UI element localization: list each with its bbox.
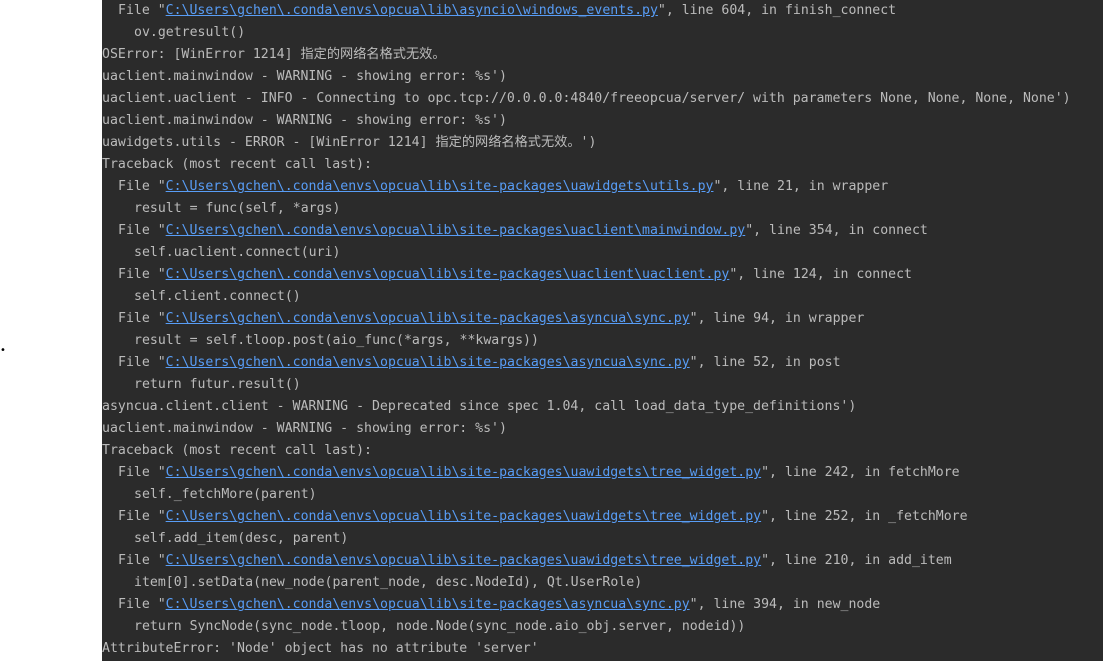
bullet-marker: •: [0, 345, 6, 356]
frame-suffix: ", line 94, in wrapper: [689, 311, 865, 326]
traceback-frame-line: File "C:\Users\gchen\.conda\envs\opcua\l…: [102, 176, 1103, 198]
console-line: self.client.connect(): [134, 289, 301, 304]
console-output-panel[interactable]: File "C:\Users\gchen\.conda\envs\opcua\l…: [102, 0, 1103, 661]
console-line: result = func(self, *args): [134, 201, 341, 216]
traceback-frame-line: File "C:\Users\gchen\.conda\envs\opcua\l…: [102, 308, 1103, 330]
console-line: AttributeError: 'Node' object has no att…: [102, 641, 539, 656]
console-line: self._fetchMore(parent): [134, 487, 317, 502]
file-path-link[interactable]: C:\Users\gchen\.conda\envs\opcua\lib\asy…: [166, 3, 658, 18]
traceback-frame-line: File "C:\Users\gchen\.conda\envs\opcua\l…: [102, 0, 1103, 22]
file-path-link[interactable]: C:\Users\gchen\.conda\envs\opcua\lib\sit…: [166, 223, 746, 238]
console-line: asyncua.client.client - WARNING - Deprec…: [102, 399, 857, 414]
traceback-frame-line: File "C:\Users\gchen\.conda\envs\opcua\l…: [102, 594, 1103, 616]
console-line: uaclient.mainwindow - WARNING - showing …: [102, 69, 507, 84]
traceback-frame-line: File "C:\Users\gchen\.conda\envs\opcua\l…: [102, 550, 1103, 572]
console-line: result = self.tloop.post(aio_func(*args,…: [134, 333, 539, 348]
console-line: Traceback (most recent call last):: [102, 443, 372, 458]
console-line: Traceback (most recent call last):: [102, 157, 372, 172]
frame-suffix: ", line 604, in finish_connect: [657, 3, 897, 18]
frame-suffix: ", line 124, in connect: [729, 267, 912, 282]
console-line: OSError: [WinError 1214] 指定的网络名格式无效。: [102, 47, 446, 62]
console-lines: File "C:\Users\gchen\.conda\envs\opcua\l…: [102, 0, 1103, 660]
frame-prefix: File ": [118, 355, 166, 370]
traceback-frame-line: File "C:\Users\gchen\.conda\envs\opcua\l…: [102, 264, 1103, 286]
console-line: uaclient.mainwindow - WARNING - showing …: [102, 113, 507, 128]
frame-prefix: File ": [118, 311, 166, 326]
frame-suffix: ", line 354, in connect: [745, 223, 928, 238]
file-path-link[interactable]: C:\Users\gchen\.conda\envs\opcua\lib\sit…: [166, 267, 730, 282]
console-line: return futur.result(): [134, 377, 301, 392]
frame-prefix: File ": [118, 509, 166, 524]
frame-suffix: ", line 394, in new_node: [689, 597, 881, 612]
frame-prefix: File ": [118, 465, 166, 480]
traceback-frame-line: File "C:\Users\gchen\.conda\envs\opcua\l…: [102, 462, 1103, 484]
frame-suffix: ", line 210, in add_item: [761, 553, 952, 568]
console-line: self.add_item(desc, parent): [134, 531, 349, 546]
file-path-link[interactable]: C:\Users\gchen\.conda\envs\opcua\lib\sit…: [166, 355, 690, 370]
frame-suffix: ", line 242, in fetchMore: [761, 465, 960, 480]
console-line: self.uaclient.connect(uri): [134, 245, 341, 260]
frame-suffix: ", line 52, in post: [689, 355, 841, 370]
page: • File "C:\Users\gchen\.conda\envs\opcua…: [0, 0, 1103, 661]
file-path-link[interactable]: C:\Users\gchen\.conda\envs\opcua\lib\sit…: [166, 597, 690, 612]
file-path-link[interactable]: C:\Users\gchen\.conda\envs\opcua\lib\sit…: [166, 465, 761, 480]
traceback-frame-line: File "C:\Users\gchen\.conda\envs\opcua\l…: [102, 352, 1103, 374]
console-line: item[0].setData(new_node(parent_node, de…: [134, 575, 643, 590]
traceback-frame-line: File "C:\Users\gchen\.conda\envs\opcua\l…: [102, 220, 1103, 242]
frame-suffix: ", line 252, in _fetchMore: [761, 509, 968, 524]
file-path-link[interactable]: C:\Users\gchen\.conda\envs\opcua\lib\sit…: [166, 553, 761, 568]
frame-prefix: File ": [118, 267, 166, 282]
frame-suffix: ", line 21, in wrapper: [713, 179, 889, 194]
console-line: return SyncNode(sync_node.tloop, node.No…: [134, 619, 746, 634]
console-line: uaclient.uaclient - INFO - Connecting to…: [102, 91, 1071, 106]
console-line: uaclient.mainwindow - WARNING - showing …: [102, 421, 507, 436]
frame-prefix: File ": [118, 179, 166, 194]
frame-prefix: File ": [118, 3, 166, 18]
frame-prefix: File ": [118, 553, 166, 568]
file-path-link[interactable]: C:\Users\gchen\.conda\envs\opcua\lib\sit…: [166, 311, 690, 326]
file-path-link[interactable]: C:\Users\gchen\.conda\envs\opcua\lib\sit…: [166, 509, 761, 524]
traceback-frame-line: File "C:\Users\gchen\.conda\envs\opcua\l…: [102, 506, 1103, 528]
console-line: uawidgets.utils - ERROR - [WinError 1214…: [102, 135, 597, 150]
frame-prefix: File ": [118, 597, 166, 612]
frame-prefix: File ": [118, 223, 166, 238]
console-line: ov.getresult(): [134, 25, 246, 40]
file-path-link[interactable]: C:\Users\gchen\.conda\envs\opcua\lib\sit…: [166, 179, 714, 194]
